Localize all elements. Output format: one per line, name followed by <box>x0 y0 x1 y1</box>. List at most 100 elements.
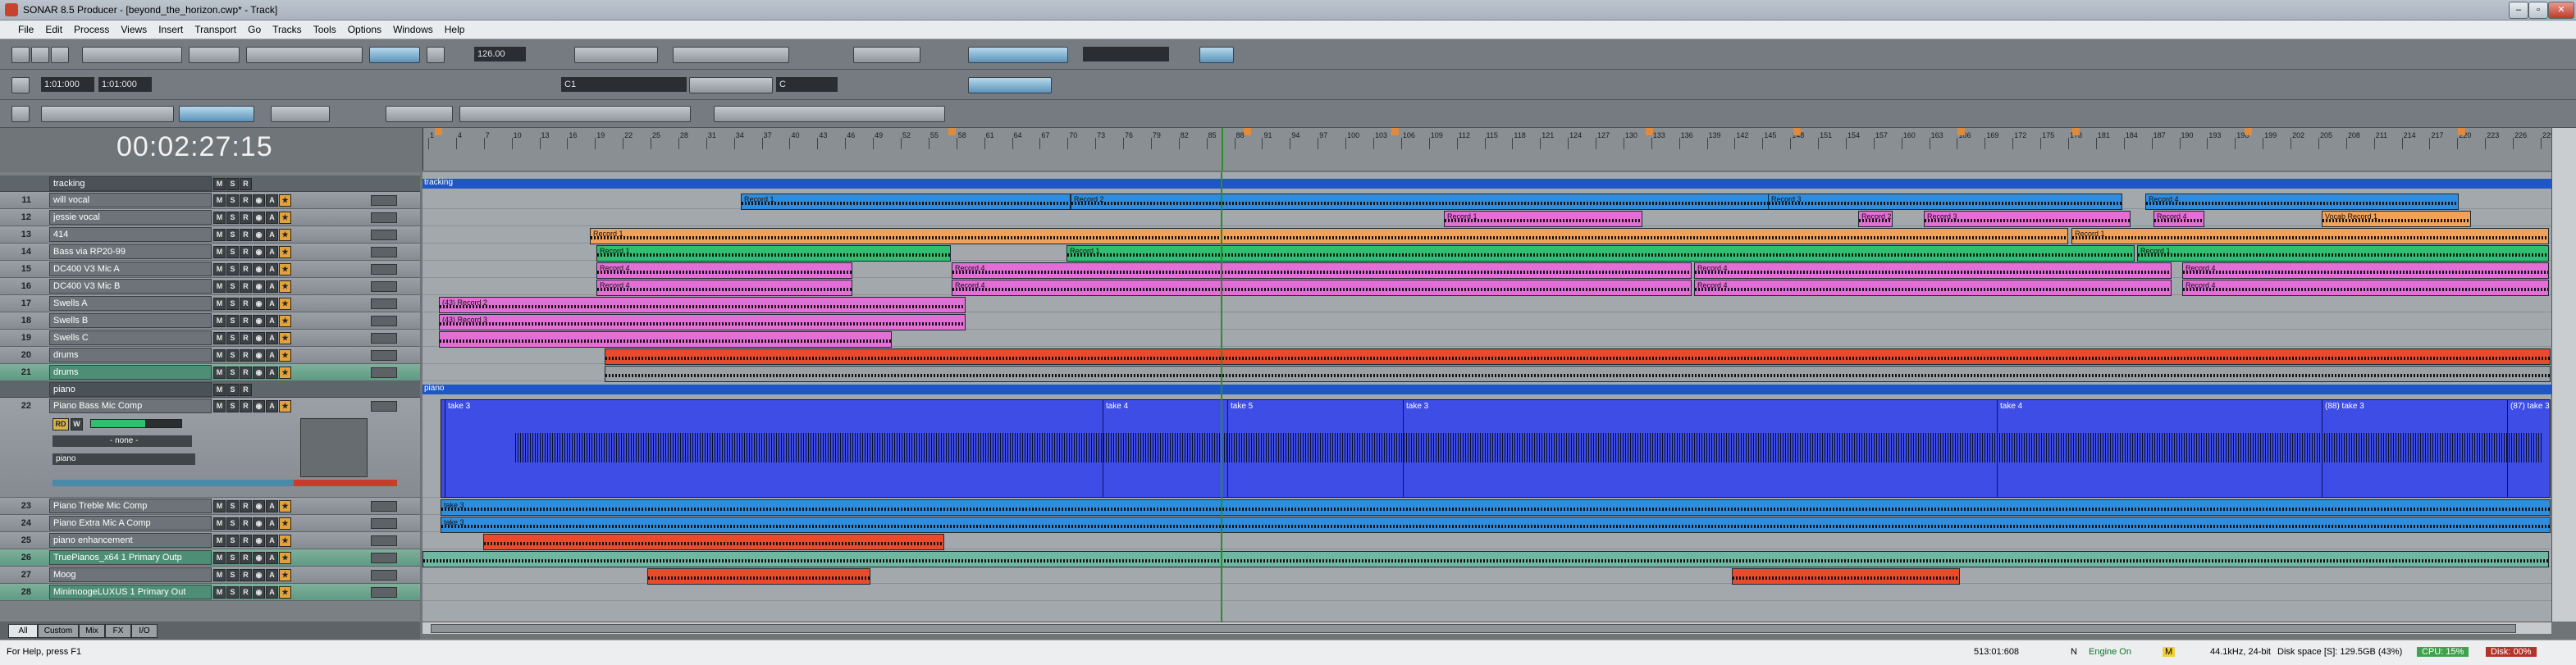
write-automation-button[interactable]: W <box>71 418 83 430</box>
online-button[interactable] <box>1199 47 1234 63</box>
automation-read-button[interactable]: A <box>266 263 278 276</box>
timeline-ruler[interactable]: 1 4 7 10 13 16 19 22 25 28 31 34 37 40 43 46 49 52 55 58 61 6… <box>422 128 2555 171</box>
automation-group[interactable] <box>968 47 1068 63</box>
menu-tracks[interactable]: Tracks <box>267 20 308 35</box>
record-arm-button[interactable]: R <box>240 586 252 599</box>
track-name-field[interactable]: Swells C <box>49 330 212 345</box>
audio-clip[interactable]: Record 4 <box>952 262 1692 279</box>
track-strip[interactable]: 15 DC400 V3 Mic A M S R ◉ A ★ <box>0 261 420 278</box>
solo-button[interactable]: S <box>226 246 239 258</box>
record-arm-button[interactable]: R <box>240 332 252 344</box>
input-echo-button[interactable]: ◉ <box>253 569 265 581</box>
track-name-field[interactable]: Piano Bass Mic Comp <box>49 399 212 413</box>
solo-button[interactable]: S <box>226 535 239 547</box>
scroll-thumb[interactable] <box>431 624 2516 633</box>
input-echo-button[interactable]: ◉ <box>253 367 265 379</box>
track-name-field[interactable]: Moog <box>49 567 212 582</box>
track-strip[interactable]: 27 Moog M S R ◉ A ★ <box>0 567 420 584</box>
input-echo-button[interactable]: ◉ <box>253 298 265 310</box>
track-name-field[interactable]: DC400 V3 Mic B <box>49 279 212 294</box>
track-name-field[interactable]: DC400 V3 Mic A <box>49 262 212 276</box>
mute-button[interactable]: M <box>213 586 226 599</box>
fx-bin[interactable] <box>371 553 397 563</box>
mute-button[interactable]: M <box>213 569 226 581</box>
loop-start-field[interactable]: 1:01:000 <box>41 77 94 92</box>
audio-clip[interactable]: Record 4 <box>2182 262 2549 279</box>
mute-button[interactable]: M <box>213 349 226 362</box>
marker-flag[interactable] <box>1793 128 1801 135</box>
views-group[interactable] <box>246 47 363 63</box>
record-arm-button[interactable]: R <box>240 500 252 512</box>
input-dropdown[interactable]: piano <box>53 453 195 465</box>
automation-read-button[interactable]: A <box>266 212 278 224</box>
close-button[interactable]: ✕ <box>2548 2 2574 19</box>
record-arm-button[interactable]: R <box>240 400 252 412</box>
input-echo-button[interactable]: ◉ <box>253 263 265 276</box>
solo-button[interactable]: S <box>226 517 239 530</box>
folder-header[interactable]: tracking M S R <box>0 175 420 192</box>
archive-icon[interactable]: ★ <box>279 298 291 310</box>
key-dropdown[interactable]: C <box>776 77 838 92</box>
now-time-display[interactable]: 00:02:27:15 <box>116 131 273 163</box>
smart-tools-group[interactable] <box>41 106 174 122</box>
audio-clip[interactable]: take 3 <box>441 499 2551 516</box>
fx-bin[interactable] <box>371 518 397 529</box>
marker-flag[interactable] <box>1244 128 1251 135</box>
fx-bin[interactable] <box>371 298 397 309</box>
marker-flag[interactable] <box>2458 128 2465 135</box>
audio-clip[interactable] <box>605 348 2551 365</box>
solo-button[interactable]: S <box>226 586 239 599</box>
archive-icon[interactable]: ★ <box>279 500 291 512</box>
archive-icon[interactable]: ★ <box>279 229 291 241</box>
menu-views[interactable]: Views <box>115 20 153 35</box>
engine-status[interactable]: Engine On <box>2089 647 2131 657</box>
audio-clip[interactable]: Record 4 <box>1694 262 2172 279</box>
track-name-field[interactable]: drums <box>49 348 212 362</box>
vertical-scrollbar[interactable] <box>2551 128 2576 622</box>
now-time-cursor[interactable] <box>1222 128 1223 171</box>
input-echo-button[interactable]: ◉ <box>253 332 265 344</box>
menu-go[interactable]: Go <box>242 20 267 35</box>
minimize-button[interactable]: – <box>2509 2 2528 19</box>
mute-button[interactable]: M <box>213 263 226 276</box>
volume-slider[interactable] <box>90 419 182 428</box>
audio-clip[interactable]: Record 4 <box>596 280 852 296</box>
audio-clip[interactable] <box>422 551 2549 567</box>
marker-flag[interactable] <box>1646 128 1653 135</box>
track-strip[interactable]: 16 DC400 V3 Mic B M S R ◉ A ★ <box>0 278 420 295</box>
snap-button[interactable] <box>427 47 445 63</box>
archive-icon[interactable]: ★ <box>279 586 291 599</box>
audio-clip[interactable]: Record 2 <box>1071 194 1770 210</box>
archive-icon[interactable]: ★ <box>279 535 291 547</box>
archive-icon[interactable]: ★ <box>279 263 291 276</box>
save-project-button[interactable] <box>51 47 69 63</box>
record-arm-button[interactable]: R <box>240 263 252 276</box>
track-name-field[interactable]: 414 <box>49 227 212 242</box>
track-name-field[interactable]: will vocal <box>49 193 212 207</box>
track-strip[interactable]: 22 Piano Bass Mic Comp M S R ◉ A ★ piano - none -… <box>0 398 420 498</box>
record-arm-button[interactable]: R <box>240 349 252 362</box>
mute-button[interactable]: M <box>213 229 226 241</box>
input-echo-button[interactable]: ◉ <box>253 280 265 293</box>
archive-icon[interactable]: ★ <box>279 194 291 207</box>
maximize-button[interactable]: ▫ <box>2528 2 2548 19</box>
record-arm-button[interactable]: R <box>240 367 252 379</box>
automation-read-button[interactable]: A <box>266 552 278 564</box>
archive-icon[interactable]: ★ <box>279 569 291 581</box>
audio-clip[interactable]: Record 1 <box>1066 245 2135 262</box>
fx-bin[interactable] <box>371 316 397 326</box>
tab-custom[interactable]: Custom <box>38 624 79 638</box>
fx-rack[interactable] <box>300 418 368 477</box>
solo-button[interactable]: S <box>226 500 239 512</box>
solo-button[interactable]: S <box>226 194 239 207</box>
select-tools-group[interactable] <box>968 77 1052 93</box>
automation-read-button[interactable]: A <box>266 349 278 362</box>
track-strip[interactable]: 19 Swells C M S R ◉ A ★ <box>0 330 420 347</box>
mute-button[interactable]: M <box>213 212 226 224</box>
menu-edit[interactable]: Edit <box>39 20 68 35</box>
menu-insert[interactable]: Insert <box>153 20 189 35</box>
record-arm-button[interactable]: R <box>240 384 252 396</box>
record-arm-button[interactable]: R <box>240 569 252 581</box>
track-view-options-button[interactable] <box>11 106 30 122</box>
record-arm-button[interactable]: R <box>240 178 252 190</box>
